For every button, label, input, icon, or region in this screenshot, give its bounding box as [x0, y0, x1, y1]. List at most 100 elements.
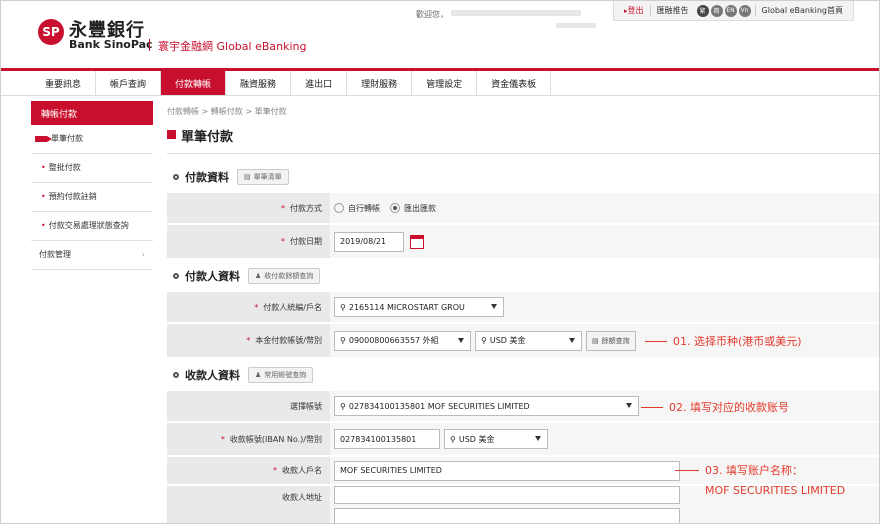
sidebar-item-status-query[interactable]: • 付款交易處理狀態查詢 [31, 212, 153, 241]
iban-input[interactable]: 027834100135801 [334, 429, 440, 449]
nav-item-news[interactable]: 重要訊息 [31, 71, 97, 95]
annotation-line [675, 469, 699, 471]
global-home-link[interactable]: Global eBanking首頁 [754, 5, 849, 16]
sidebar-item-label: 整批付款 [48, 163, 81, 172]
annotation-account: 02. 填写对应的收款账号 [641, 399, 789, 415]
field-label: * 付款日期 [167, 225, 330, 258]
label-text: 收款人戶名 [282, 466, 322, 475]
form-row-payer-id: * 付款人統編/戶名 ⚲ 2165114 MICROSTART GROU [167, 292, 879, 323]
field-label: * 付款人統編/戶名 [167, 292, 330, 322]
document-icon: ▤ [244, 173, 251, 181]
logout-label: 登出 [627, 6, 644, 15]
sidebar: 轉帳付款 單筆付款 • 整批付款 • 預約付款註銷 • 付款交易處理狀態查詢 付款管理… [31, 101, 153, 270]
iban-currency-select[interactable]: ⚲ USD 美金 [444, 429, 548, 449]
nav-item-accounts[interactable]: 帳戶查詢 [96, 71, 162, 95]
balance-inquiry-button[interactable]: ▤ 餘額查詢 [586, 330, 636, 351]
chevron-right-icon: › [141, 250, 145, 259]
label-text: 選擇帳號 [290, 401, 322, 411]
sidebar-item-payment-management[interactable]: 付款管理 › [31, 241, 153, 270]
select-value: 027834100135801 MOF SECURITIES LIMITED [348, 401, 530, 411]
balance-query-button[interactable]: ♟ 收付款餘額查詢 [248, 268, 321, 284]
lang-trad-button[interactable]: 繁 [696, 4, 709, 17]
payee-name-input[interactable]: MOF SECURITIES LIMITED [334, 460, 680, 481]
field-label: * 收款帳號(IBAN No.)/幣別 [167, 423, 330, 455]
required-icon: * [273, 466, 277, 475]
payee-address-line2[interactable] [334, 508, 680, 523]
payee-account-select[interactable]: ⚲ 027834100135801 MOF SECURITIES LIMITED [334, 396, 639, 416]
select-value: 2165114 MICROSTART GROU [348, 302, 465, 312]
payee-address-line1[interactable] [334, 486, 680, 504]
circle-bullet-icon [173, 372, 179, 378]
button-label: 單筆清單 [253, 173, 282, 181]
welcome-text: 歡迎您， [416, 10, 448, 19]
select-account-field: ⚲ 027834100135801 MOF SECURITIES LIMITED [330, 391, 879, 421]
annotation-currency: 01. 选择币种(港币或美元) [645, 333, 802, 349]
lang-simp-button[interactable]: 简 [710, 4, 723, 17]
required-icon: * [246, 336, 251, 345]
payer-account-select[interactable]: ⚲ 09000800663557 外組 [334, 330, 471, 351]
single-list-button[interactable]: ▤ 單筆清單 [237, 169, 289, 185]
lang-en-button[interactable]: EN [724, 4, 737, 17]
label-text: 付款方式 [290, 203, 322, 213]
top-link[interactable]: 匯融推告 [649, 5, 695, 16]
top-utility-bar: ▸登出 匯融推告 繁 简 EN Vn Global eBanking首頁 [613, 1, 854, 21]
method-radio-group: 自行轉帳 匯出匯款 [330, 193, 879, 223]
sidebar-item-cancel-scheduled[interactable]: • 預約付款註銷 [31, 183, 153, 212]
title-divider [167, 153, 879, 154]
button-label: 收付款餘額查詢 [264, 272, 314, 280]
section-title: 收款人資料 [185, 369, 240, 382]
section-title: 付款人資料 [185, 270, 240, 283]
search-icon: ⚲ [450, 434, 456, 444]
nav-item-payments[interactable]: 付款轉帳 [161, 71, 227, 95]
browser-frame: SP 永豐銀行 Bank SinoPac 寰宇金融網 Global eBanki… [0, 0, 880, 524]
nav-item-dashboard[interactable]: 資金儀表板 [477, 71, 552, 95]
circle-bullet-icon [173, 174, 179, 180]
flag-icon [167, 130, 176, 139]
calendar-icon[interactable] [410, 234, 424, 249]
field-label: 收款人地址 [167, 486, 330, 523]
bullet-icon: • [41, 163, 46, 172]
radio-outward-remittance[interactable] [390, 203, 400, 213]
nav-item-import-export[interactable]: 進出口 [291, 71, 348, 95]
field-label: * 本金付款帳號/幣別 [167, 324, 330, 357]
annotation-line [641, 406, 663, 408]
search-icon: ⚲ [340, 336, 346, 345]
main-nav: 重要訊息 帳戶查詢 付款轉帳 融資服務 進出口 理財服務 管理設定 資金儀表板 [31, 71, 552, 95]
doc-icon: ▤ [592, 336, 599, 345]
bank-logo-icon[interactable]: SP [38, 19, 64, 45]
select-value: 09000800663557 外組 [348, 336, 439, 345]
bullet-icon: • [41, 192, 46, 201]
radio-internal-transfer[interactable] [334, 203, 344, 213]
person-icon: ♟ [255, 272, 262, 280]
flag-icon [35, 136, 52, 142]
annotation-text: 01. 选择币种(港币或美元) [673, 335, 802, 348]
annotation-name: 03. 填写账户名称： [675, 462, 803, 478]
search-icon: ⚲ [340, 401, 346, 411]
sidebar-item-single-payment[interactable]: 單筆付款 [31, 125, 153, 154]
common-account-button[interactable]: ♟ 常用帳號查詢 [248, 367, 314, 383]
payer-id-select[interactable]: ⚲ 2165114 MICROSTART GROU [334, 297, 504, 317]
lang-vn-button[interactable]: Vn [738, 4, 751, 17]
brand-divider [149, 39, 150, 51]
required-icon: * [220, 434, 225, 444]
payment-date-input[interactable]: 2019/08/21 [334, 231, 404, 252]
annotation-text: 03. 填写账户名称： [705, 464, 803, 477]
logout-link[interactable]: ▸登出 [618, 5, 650, 16]
nav-item-settings[interactable]: 管理設定 [412, 71, 478, 95]
circle-bullet-icon [173, 273, 179, 279]
site-header: SP 永豐銀行 Bank SinoPac 寰宇金融網 Global eBanki… [1, 1, 879, 69]
sidebar-item-label: 付款管理 [39, 250, 71, 259]
payer-currency-select[interactable]: ⚲ USD 美金 [475, 330, 582, 351]
form-row-date: * 付款日期 2019/08/21 [167, 225, 879, 259]
section-payee-header: 收款人資料 ♟ 常用帳號查詢 [167, 362, 879, 388]
sidebar-item-batch-payment[interactable]: • 整批付款 [31, 154, 153, 183]
section-title: 付款資料 [185, 171, 229, 184]
page-title-text: 單筆付款 [181, 130, 234, 145]
nav-item-financing[interactable]: 融資服務 [226, 71, 292, 95]
label-text: 本金付款帳號/幣別 [255, 336, 322, 345]
select-value: USD 美金 [489, 336, 526, 345]
nav-item-wealth[interactable]: 理財服務 [347, 71, 413, 95]
button-label: 常用帳號查詢 [264, 371, 307, 379]
caret-down-icon [458, 337, 464, 343]
sidebar-item-label: 預約付款註銷 [48, 192, 97, 201]
